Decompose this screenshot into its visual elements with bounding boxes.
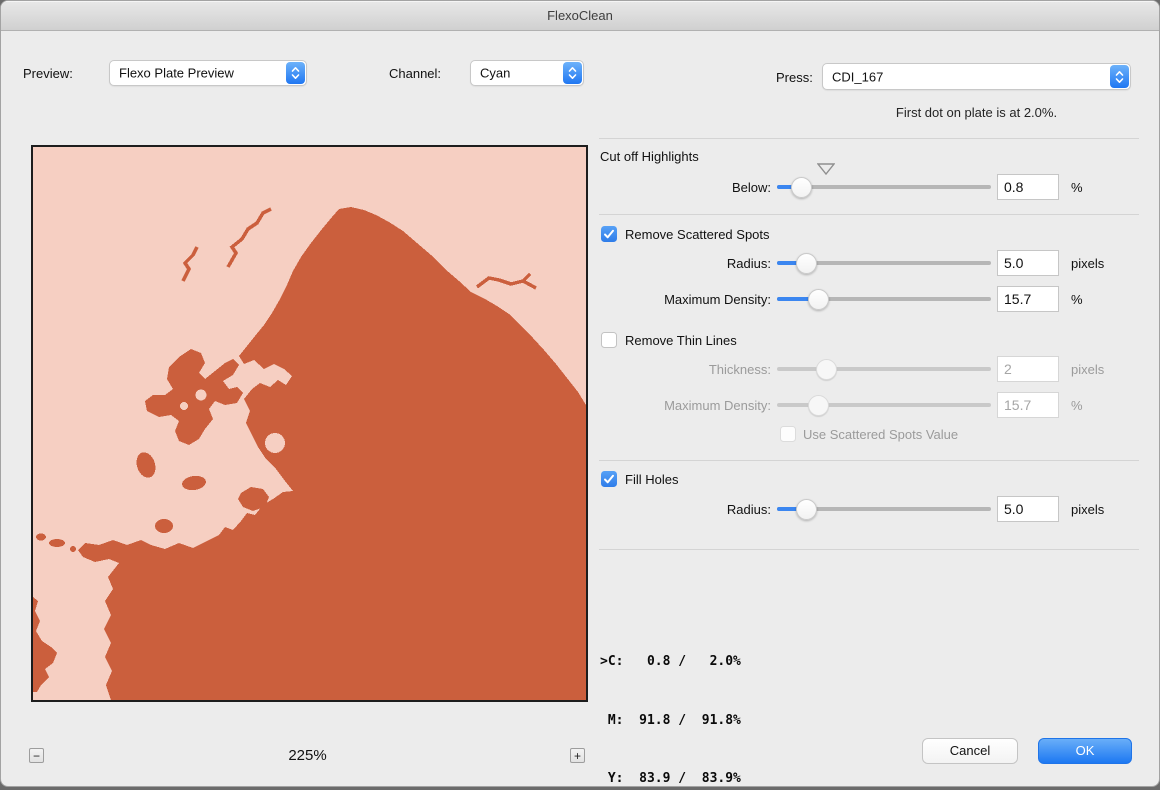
below-slider-thumb[interactable]	[791, 177, 812, 198]
thin-density-slider-thumb	[808, 395, 829, 416]
remove-scattered-spots-label: Remove Scattered Spots	[625, 227, 770, 242]
use-scattered-spots-label: Use Scattered Spots Value	[803, 427, 958, 442]
density-row-c: >C: 0.8 / 2.0%	[600, 652, 743, 672]
fill-radius-label: Radius:	[571, 502, 771, 517]
scattered-radius-slider[interactable]	[777, 253, 991, 274]
scattered-radius-field[interactable]	[997, 250, 1059, 276]
thickness-label: Thickness:	[571, 362, 771, 377]
preview-select[interactable]: Flexo Plate Preview	[109, 60, 307, 86]
below-field[interactable]	[997, 174, 1059, 200]
fill-holes-checkbox[interactable]	[601, 471, 617, 487]
channel-select-value: Cyan	[480, 66, 510, 81]
separator	[599, 549, 1139, 550]
remove-thin-lines-checkbox[interactable]	[601, 332, 617, 348]
scattered-radius-label: Radius:	[571, 256, 771, 271]
fill-radius-unit: pixels	[1071, 502, 1104, 517]
preview-label: Preview:	[23, 66, 73, 81]
thin-density-field	[997, 392, 1059, 418]
thickness-slider-thumb	[816, 359, 837, 380]
thickness-unit: pixels	[1071, 362, 1104, 377]
press-select[interactable]: CDI_167	[822, 63, 1131, 90]
scattered-density-slider[interactable]	[777, 289, 991, 310]
use-scattered-spots-checkbox	[780, 426, 796, 442]
channel-select[interactable]: Cyan	[470, 60, 584, 86]
checkmark-icon	[603, 474, 615, 485]
scattered-density-slider-thumb[interactable]	[808, 289, 829, 310]
cancel-button[interactable]: Cancel	[922, 738, 1018, 764]
remove-thin-lines-label: Remove Thin Lines	[625, 333, 737, 348]
zoom-in-button[interactable]: +	[570, 748, 585, 763]
thin-density-unit: %	[1071, 398, 1083, 413]
window-title: FlexoClean	[1, 8, 1159, 23]
thin-density-slider	[777, 395, 991, 416]
fill-holes-label: Fill Holes	[625, 472, 678, 487]
flexoclean-dialog: FlexoClean Preview: Flexo Plate Preview …	[0, 0, 1160, 787]
press-select-value: CDI_167	[832, 69, 883, 84]
scattered-radius-slider-thumb[interactable]	[796, 253, 817, 274]
press-label: Press:	[776, 70, 813, 85]
chevron-up-down-icon	[286, 62, 305, 84]
density-row-m: M: 91.8 / 91.8%	[600, 711, 743, 731]
checkmark-icon	[603, 229, 615, 240]
first-dot-note: First dot on plate is at 2.0%.	[822, 105, 1131, 120]
channel-label: Channel:	[389, 66, 441, 81]
fill-radius-slider-thumb[interactable]	[796, 499, 817, 520]
zoom-level-label: 225%	[31, 747, 584, 764]
separator	[599, 138, 1139, 139]
chevron-up-down-icon	[563, 62, 582, 84]
fill-radius-slider[interactable]	[777, 499, 991, 520]
scattered-density-unit: %	[1071, 292, 1083, 307]
scattered-radius-unit: pixels	[1071, 256, 1104, 271]
thin-density-label: Maximum Density:	[571, 398, 771, 413]
density-row-y: Y: 83.9 / 83.9%	[600, 769, 743, 787]
ok-button[interactable]: OK	[1038, 738, 1132, 764]
separator	[599, 460, 1139, 461]
below-unit: %	[1071, 180, 1083, 195]
thickness-field	[997, 356, 1059, 382]
title-bar[interactable]: FlexoClean	[1, 1, 1159, 31]
scattered-density-label: Maximum Density:	[571, 292, 771, 307]
first-dot-marker-icon	[817, 163, 835, 175]
thickness-slider	[777, 359, 991, 380]
below-slider[interactable]	[777, 177, 991, 198]
preview-select-value: Flexo Plate Preview	[119, 66, 234, 81]
section-cutoff-title: Cut off Highlights	[600, 149, 699, 164]
chevron-up-down-icon	[1110, 65, 1129, 88]
remove-scattered-spots-checkbox[interactable]	[601, 226, 617, 242]
below-label: Below:	[571, 180, 771, 195]
separator	[599, 214, 1139, 215]
scattered-density-field[interactable]	[997, 286, 1059, 312]
fill-radius-field[interactable]	[997, 496, 1059, 522]
density-readout: >C: 0.8 / 2.0% M: 91.8 / 91.8% Y: 83.9 /…	[600, 613, 743, 787]
plate-preview-canvas[interactable]	[31, 145, 588, 702]
